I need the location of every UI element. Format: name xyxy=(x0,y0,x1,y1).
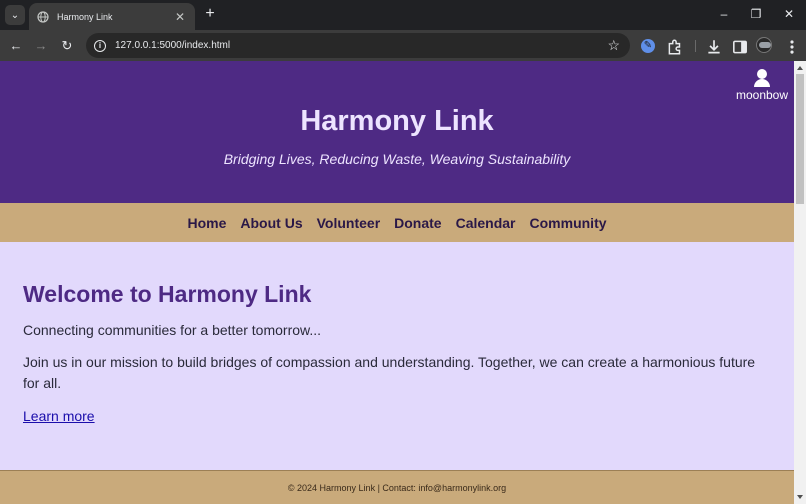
extensions-puzzle-icon[interactable] xyxy=(666,38,684,56)
nav-link-calendar[interactable]: Calendar xyxy=(456,215,516,231)
reload-button[interactable]: ↻ xyxy=(58,37,76,55)
browser-tab-bar: ⌄ Harmony Link ✕ + – ❐ ✕ xyxy=(0,0,806,30)
chevron-down-icon: ⌄ xyxy=(10,9,20,21)
download-icon[interactable] xyxy=(705,38,723,56)
browser-tab[interactable]: Harmony Link ✕ xyxy=(29,3,195,30)
tab-title: Harmony Link xyxy=(57,11,113,22)
restore-button[interactable]: ❐ xyxy=(748,6,764,22)
main-nav: Home About Us Volunteer Donate Calendar … xyxy=(0,203,794,242)
url-text[interactable]: 127.0.0.1:5000/index.html xyxy=(115,40,230,51)
new-tab-button[interactable]: + xyxy=(201,5,219,23)
close-tab-icon[interactable]: ✕ xyxy=(173,11,187,23)
mission-text: Join us in our mission to build bridges … xyxy=(23,354,756,391)
forward-button[interactable]: → xyxy=(32,37,50,55)
site-info-icon[interactable]: i xyxy=(94,39,106,52)
page-viewport: Harmony Link Bridging Lives, Reducing Wa… xyxy=(0,61,794,504)
site-tagline: Bridging Lives, Reducing Waste, Weaving … xyxy=(223,151,571,167)
tab-search-button[interactable]: ⌄ xyxy=(5,5,25,25)
nav-link-home[interactable]: Home xyxy=(187,215,226,231)
nav-link-community[interactable]: Community xyxy=(530,215,607,231)
profile-avatar[interactable] xyxy=(756,37,772,53)
site-title: Harmony Link xyxy=(300,105,494,137)
site-footer: © 2024 Harmony Link | Contact: info@harm… xyxy=(0,470,794,504)
scrollbar-thumb[interactable] xyxy=(796,74,804,204)
nav-link-donate[interactable]: Donate xyxy=(394,215,441,231)
vertical-scrollbar[interactable] xyxy=(794,61,806,504)
minimize-button[interactable]: – xyxy=(716,6,732,22)
scroll-down-arrow-icon[interactable] xyxy=(797,495,803,499)
footer-text: © 2024 Harmony Link | Contact: info@harm… xyxy=(287,482,507,493)
bookmark-star-icon[interactable]: ☆ xyxy=(607,37,620,53)
browser-toolbar: ← → ↻ i 127.0.0.1:5000/index.html ☆ ✎ xyxy=(0,30,806,61)
nav-link-volunteer[interactable]: Volunteer xyxy=(317,215,381,231)
profile-icon xyxy=(759,42,771,48)
kebab-menu-icon[interactable] xyxy=(783,38,801,56)
close-window-button[interactable]: ✕ xyxy=(781,6,797,22)
user-icon xyxy=(753,69,771,87)
scroll-up-arrow-icon[interactable] xyxy=(797,66,803,70)
learn-more-link[interactable]: Learn more xyxy=(23,408,95,424)
toolbar-divider xyxy=(695,40,696,52)
pen-extension-icon[interactable]: ✎ xyxy=(641,39,655,53)
address-bar[interactable]: i 127.0.0.1:5000/index.html ☆ xyxy=(86,33,630,58)
globe-icon xyxy=(37,10,49,23)
lead-text: Connecting communities for a better tomo… xyxy=(23,322,322,338)
main-content: Welcome to Harmony Link Connecting commu… xyxy=(23,281,773,426)
side-panel-icon[interactable] xyxy=(731,38,749,56)
nav-link-about-us[interactable]: About Us xyxy=(240,215,302,231)
back-button[interactable]: ← xyxy=(7,37,25,55)
username-label: moonbow xyxy=(735,88,789,102)
site-header: Harmony Link Bridging Lives, Reducing Wa… xyxy=(0,61,794,203)
welcome-heading: Welcome to Harmony Link xyxy=(23,281,312,307)
user-profile-link[interactable]: moonbow xyxy=(733,69,791,102)
